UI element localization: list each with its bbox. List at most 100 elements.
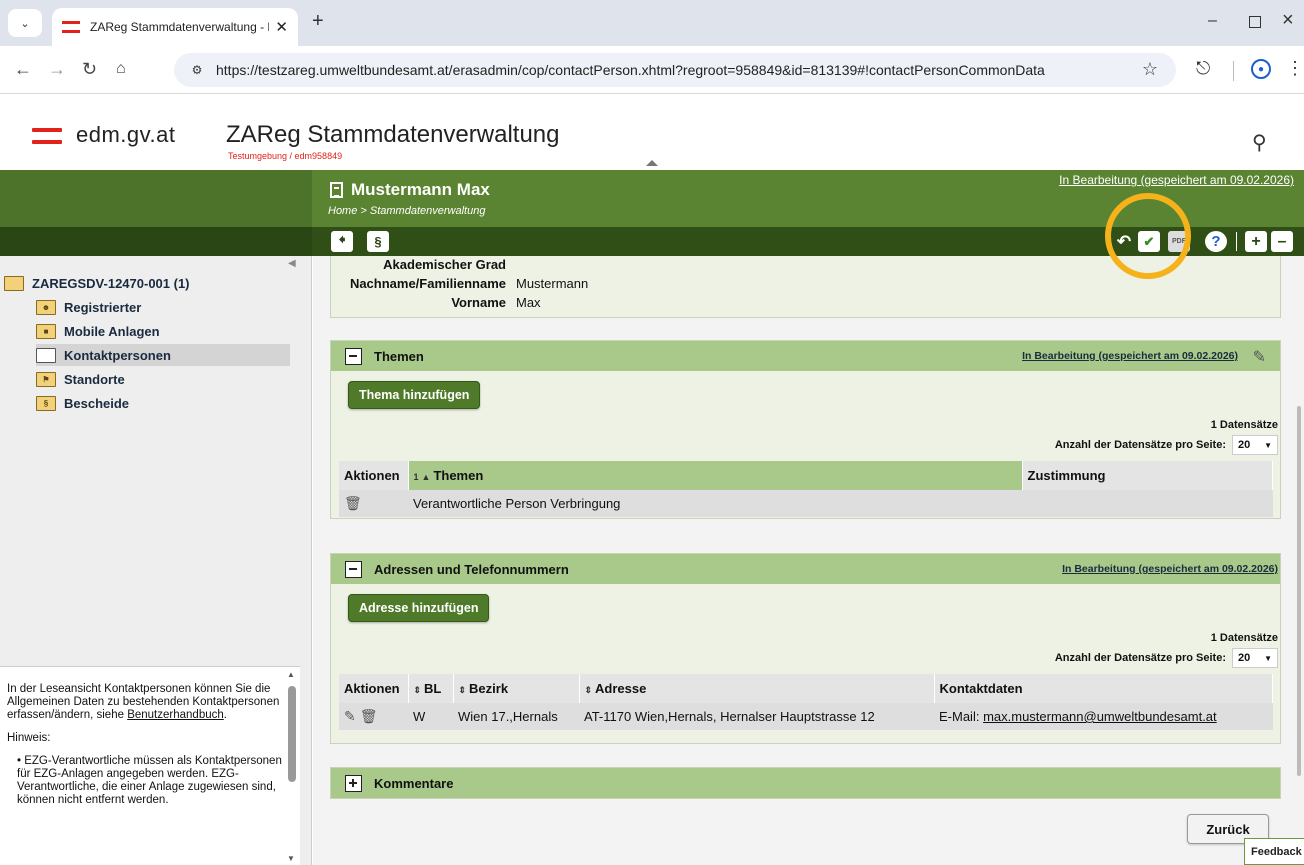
collapse-all-button[interactable]: – — [1271, 231, 1293, 252]
minus-box-icon: – — [1277, 232, 1287, 250]
perpage-select[interactable]: 20 ▼ — [1232, 435, 1278, 455]
window-close-button[interactable]: × — [1282, 9, 1294, 32]
scroll-thumb[interactable] — [288, 686, 296, 782]
help-text-period: . — [223, 709, 227, 721]
panel-status-link[interactable]: In Bearbeitung (gespeichert am 09.02.202… — [1062, 563, 1278, 575]
site-settings-icon[interactable]: ⚙ — [186, 59, 208, 81]
highlight-circle — [1105, 193, 1191, 279]
sidebar-collapse-icon[interactable]: ◀ — [288, 258, 296, 269]
austria-flag-logo-icon — [32, 128, 62, 144]
scroll-thumb[interactable] — [1297, 406, 1301, 776]
add-thema-button[interactable]: Thema hinzufügen — [348, 381, 481, 409]
page-title: Mustermann Max — [330, 180, 490, 200]
perpage-value: 20 — [1238, 652, 1251, 664]
tree-root[interactable]: ZAREGSDV-12470-001 (1) — [4, 276, 190, 291]
sidebar: ◀ ZAREGSDV-12470-001 (1) ☻ Registrierter… — [0, 256, 312, 865]
field-label: Akademischer Grad — [383, 257, 506, 272]
table-header-row: Aktionen ⇕ BL ⇕ Bezirk ⇕ Adresse Kontaktdat… — [339, 674, 1273, 703]
home-icon[interactable]: ⌂ — [116, 60, 126, 78]
back-arrow-icon: 🠸 — [338, 231, 346, 247]
column-header-themen[interactable]: 1 ▲ Themen — [408, 461, 1023, 490]
edit-pencil-icon[interactable]: ✎ — [1253, 347, 1266, 367]
panel-status-link[interactable]: In Bearbeitung (gespeichert am 09.02.202… — [1022, 350, 1238, 362]
manual-link[interactable]: Benutzerhandbuch — [127, 709, 224, 721]
adressen-panel: Adressen und Telefonnummern In Bearbeitu… — [330, 553, 1281, 744]
row-actions: ✎ 🗑 — [339, 703, 408, 730]
url-text[interactable]: https://testzareg.umweltbundesamt.at/era… — [216, 62, 1045, 78]
email-link[interactable]: max.mustermann@umweltbundesamt.at — [983, 709, 1217, 724]
back-button[interactable]: 🠸 — [331, 231, 353, 252]
scroll-down-icon[interactable]: ▼ — [287, 854, 295, 863]
field-vorname: Vorname Max — [341, 295, 540, 310]
column-header-adresse[interactable]: ⇕ Adresse — [579, 674, 935, 703]
reload-icon[interactable]: ↻ — [82, 59, 97, 80]
column-header-bl[interactable]: ⇕ BL — [408, 674, 454, 703]
environment-label: Testumgebung / edm958849 — [228, 151, 343, 161]
sidebar-item-kontaktpersonen[interactable]: Kontaktpersonen — [36, 344, 290, 366]
feedback-button[interactable]: Feedback — [1244, 838, 1304, 865]
main-scrollbar[interactable] — [1296, 256, 1304, 865]
perpage-select[interactable]: 20 ▼ — [1232, 648, 1278, 668]
chevron-down-icon: ▼ — [1264, 653, 1272, 663]
profile-icon[interactable]: ● — [1251, 59, 1271, 79]
column-header-bezirk[interactable]: ⇕ Bezirk — [453, 674, 580, 703]
logo-text[interactable]: edm.gv.at — [76, 122, 175, 148]
new-tab-button[interactable]: + — [312, 10, 324, 33]
expand-toggle-icon[interactable] — [345, 774, 362, 792]
address-bar[interactable]: ⚙ https://testzareg.umweltbundesamt.at/e… — [174, 53, 1176, 87]
bookmark-star-icon[interactable]: ☆ — [1142, 59, 1158, 80]
save-status-link[interactable]: In Bearbeitung (gespeichert am 09.02.202… — [1059, 173, 1294, 187]
contact-prefix: E-Mail: — [939, 709, 980, 724]
sidebar-item-registrierter[interactable]: ☻ Registrierter — [36, 296, 290, 318]
column-header-zustimmung[interactable]: Zustimmung — [1022, 461, 1273, 490]
back-arrow-icon[interactable]: ← — [14, 59, 32, 80]
header-collapse-icon[interactable] — [646, 160, 658, 166]
tab-close-icon[interactable]: ✕ — [275, 18, 288, 36]
browser-menu-icon[interactable]: ⋮ — [1286, 58, 1304, 79]
sidebar-item-bescheide[interactable]: § Bescheide — [36, 392, 290, 414]
column-header-label: Bezirk — [469, 681, 509, 696]
column-header-label: Themen — [433, 468, 484, 483]
panel-title: Kommentare — [374, 775, 454, 791]
browser-tab[interactable]: ZAReg Stammdatenverwaltung - Mus ✕ — [52, 8, 298, 46]
sidebar-item-label: Mobile Anlagen — [64, 323, 160, 339]
window-minimize-button[interactable]: – — [1208, 12, 1217, 30]
toolbar-left — [0, 227, 312, 256]
scroll-up-icon[interactable]: ▲ — [287, 670, 295, 679]
plus-box-icon: + — [1251, 232, 1261, 250]
field-akademischer-grad: Akademischer Grad — [358, 257, 516, 272]
window-maximize-button[interactable] — [1249, 16, 1261, 28]
help-button[interactable]: ? — [1205, 231, 1227, 252]
panel-title: Adressen und Telefonnummern — [374, 561, 569, 577]
empty-folder-icon — [36, 347, 56, 363]
extensions-icon[interactable]: ⎋ — [1196, 58, 1210, 79]
row-actions: 🗑 — [339, 490, 408, 517]
toolbar-divider — [1236, 232, 1237, 251]
cell-adresse: AT-1170 Wien,Hernals, Hernalser Hauptstr… — [579, 703, 934, 730]
chevron-down-icon: ⌄ — [20, 17, 30, 30]
breadcrumb[interactable]: Home > Stammdatenverwaltung — [328, 205, 485, 217]
user-account-icon[interactable]: ⚲ — [1252, 130, 1267, 155]
forward-arrow-icon[interactable]: → — [48, 59, 66, 80]
column-header-label: Adresse — [595, 681, 647, 696]
collapse-toggle-icon[interactable] — [345, 560, 362, 578]
collapse-toggle-icon[interactable] — [345, 347, 362, 365]
sidebar-item-mobile-anlagen[interactable]: ■ Mobile Anlagen — [36, 320, 290, 342]
law-reference-button[interactable]: § — [367, 231, 389, 252]
perpage-value: 20 — [1238, 439, 1251, 451]
tab-search-button[interactable]: ⌄ — [8, 9, 42, 37]
pin-folder-icon: ⚑ — [36, 371, 56, 387]
themen-table: Aktionen 1 ▲ Themen Zustimmung 🗑 Verantwor… — [339, 461, 1273, 517]
add-adresse-button[interactable]: Adresse hinzufügen — [348, 594, 490, 622]
delete-icon[interactable]: 🗑 — [360, 708, 378, 724]
hint-item: EZG-Verantwortliche müssen als Kontaktpe… — [17, 755, 294, 807]
sidebar-item-label: Kontaktpersonen — [64, 347, 171, 363]
expand-all-button[interactable]: + — [1245, 231, 1267, 252]
column-header-aktionen: Aktionen — [339, 461, 409, 490]
panel-title: Themen — [374, 348, 424, 364]
help-scrollbar[interactable]: ▲ ▼ — [286, 670, 298, 865]
delete-icon[interactable]: 🗑 — [344, 495, 362, 511]
adressen-panel-header: Adressen und Telefonnummern In Bearbeitu… — [331, 554, 1280, 584]
sidebar-item-standorte[interactable]: ⚑ Standorte — [36, 368, 290, 390]
edit-pencil-icon[interactable]: ✎ — [344, 708, 356, 724]
